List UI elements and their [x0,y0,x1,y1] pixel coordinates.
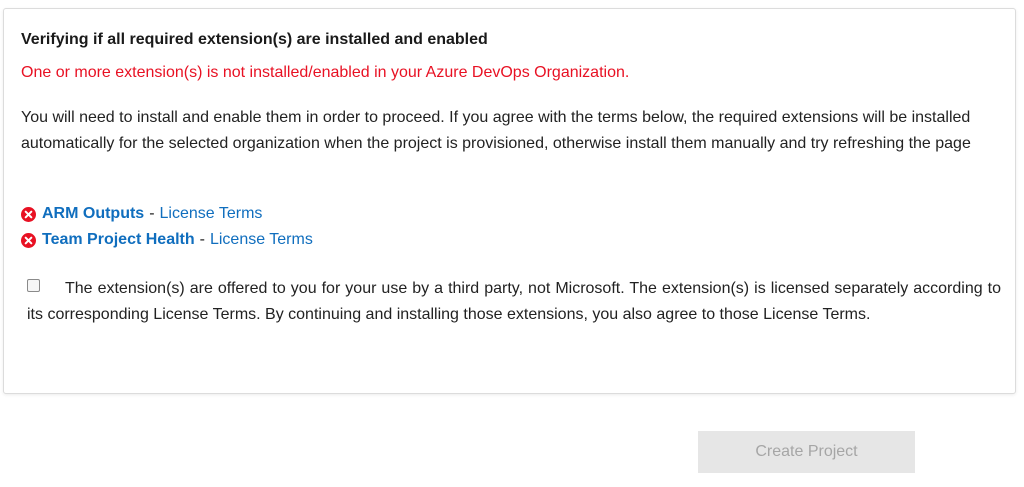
extension-name-link[interactable]: Team Project Health [42,227,195,253]
extension-name-link[interactable]: ARM Outputs [42,201,144,227]
agree-checkbox[interactable] [27,279,40,292]
separator: - [199,231,205,248]
extension-item: ARM Outputs - License Terms [21,201,313,227]
create-project-button[interactable]: Create Project [698,431,915,473]
instructions-text: You will need to install and enable them… [21,109,971,152]
separator: - [149,205,155,222]
required-extensions-list: ARM Outputs - License Terms Team Project… [21,201,313,253]
panel-heading: Verifying if all required extension(s) a… [21,31,488,48]
license-terms-link[interactable]: License Terms [210,227,313,253]
license-terms-link[interactable]: License Terms [160,201,263,227]
extensions-verification-panel: Verifying if all required extension(s) a… [3,8,1016,394]
extension-item: Team Project Health - License Terms [21,227,313,253]
error-x-circle-icon [21,206,36,222]
error-x-circle-icon [21,232,36,248]
error-message: One or more extension(s) is not installe… [21,64,630,81]
agreement-text: The extension(s) are offered to you for … [27,280,1001,323]
